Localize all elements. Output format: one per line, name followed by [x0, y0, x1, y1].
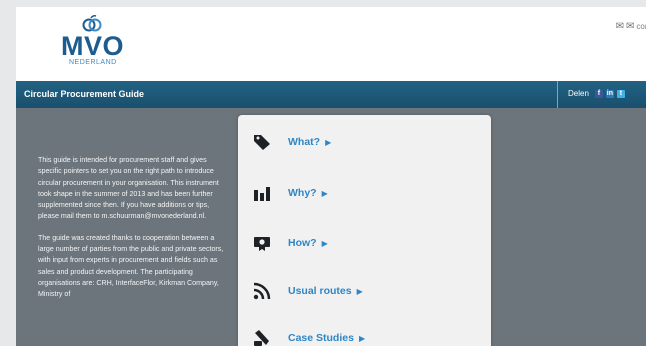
menu-item-label: Why? — [288, 187, 317, 199]
guide-menu: What? ▶ Why? ▶ How? ▶ Usual routes ▶ Cas… — [238, 115, 491, 346]
share-label: Delen — [568, 89, 589, 98]
envelope-icon: ✉ — [615, 21, 625, 32]
arrow-right-icon: ▶ — [325, 137, 332, 147]
bar-chart-icon — [251, 182, 273, 204]
title-bar-divider — [557, 81, 558, 108]
title-bar: Circular Procurement Guide Delen f in t — [16, 81, 646, 108]
page-title: Circular Procurement Guide — [24, 89, 145, 99]
menu-item-label: How? — [288, 237, 317, 249]
menu-item-label: Case Studies — [288, 332, 354, 344]
menu-item-usual-routes[interactable]: Usual routes ▶ — [251, 279, 363, 303]
intro-paragraph: The guide was created thanks to cooperat… — [38, 233, 224, 299]
logo-subtext: NEDERLAND — [69, 59, 117, 66]
page: MVO NEDERLAND ✉ ✉ conta Circular Procure… — [16, 7, 646, 346]
certificate-icon — [251, 232, 273, 254]
intro-text: This guide is intended for procurement s… — [38, 155, 228, 311]
menu-item-label: What? — [288, 136, 321, 148]
menu-item-why[interactable]: Why? ▶ — [251, 181, 328, 205]
arrow-right-icon: ▶ — [321, 188, 328, 198]
wrench-icon — [251, 327, 273, 346]
contact-label: conta — [636, 22, 646, 31]
menu-item-what[interactable]: What? ▶ — [251, 130, 331, 154]
arrow-right-icon: ▶ — [356, 286, 363, 296]
tag-icon — [251, 131, 273, 153]
menu-item-case-studies[interactable]: Case Studies ▶ — [251, 326, 365, 346]
site-header: MVO NEDERLAND ✉ ✉ conta — [16, 7, 646, 82]
share-bar: Delen f in t — [568, 89, 625, 98]
menu-item-label: Usual routes — [288, 285, 352, 297]
arrow-right-icon: ▶ — [358, 333, 366, 343]
arrow-right-icon: ▶ — [321, 238, 328, 248]
facebook-icon[interactable]: f — [594, 89, 603, 98]
contact-link[interactable]: ✉ ✉ conta — [616, 21, 646, 32]
rss-icon — [251, 280, 273, 302]
mvo-logo[interactable]: MVO NEDERLAND — [61, 15, 125, 73]
envelope-outline-icon: ✉ — [626, 21, 635, 32]
linkedin-icon[interactable]: in — [605, 89, 614, 98]
twitter-icon[interactable]: t — [616, 89, 625, 98]
logo-text: MVO — [61, 31, 125, 61]
menu-item-how[interactable]: How? ▶ — [251, 231, 328, 255]
intro-paragraph: This guide is intended for procurement s… — [38, 156, 219, 221]
